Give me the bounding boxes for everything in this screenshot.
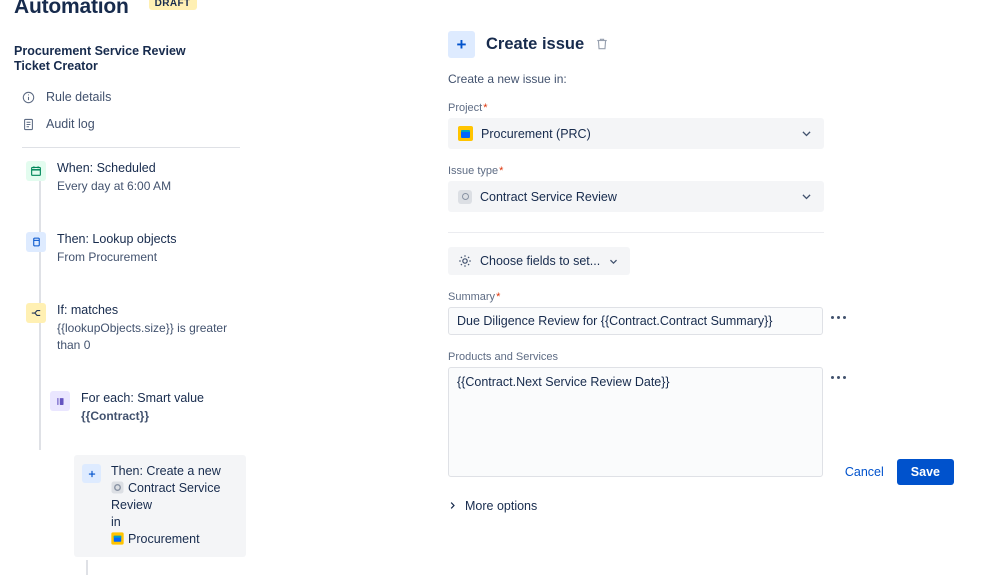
required-marker: * xyxy=(499,165,504,177)
more-options-toggle[interactable]: More options xyxy=(448,499,989,513)
document-icon xyxy=(22,118,35,131)
flow-step-title: For each: Smart value xyxy=(81,391,204,405)
page-title: Automation xyxy=(14,0,129,18)
flow-step-when-scheduled[interactable]: When: Scheduled Every day at 6:00 AM xyxy=(26,160,248,195)
flow-step-text: Then: Lookup objects From Procurement xyxy=(57,231,177,266)
project-avatar-icon xyxy=(458,126,473,141)
issue-type-icon xyxy=(458,189,472,204)
project-field-label: Project* xyxy=(448,102,989,114)
flow-step-subtitle: Every day at 6:00 AM xyxy=(57,179,172,193)
flow-step-for-each[interactable]: For each: Smart value {{Contract}} xyxy=(50,390,248,425)
products-textarea[interactable]: {{Contract.Next Service Review Date}} xyxy=(448,367,823,477)
more-options-icon[interactable] xyxy=(831,316,846,319)
nested-action-project-row: Procurement xyxy=(111,531,236,548)
nested-action-issue-type-row: Contract Service Review xyxy=(111,480,236,514)
project-label-text: Project xyxy=(448,102,483,114)
sidebar-item-label: Audit log xyxy=(46,117,95,131)
chevron-down-icon xyxy=(608,256,619,267)
summary-input[interactable] xyxy=(448,307,823,335)
plus-icon: + xyxy=(448,31,475,58)
choose-fields-button[interactable]: Choose fields to set... xyxy=(448,247,631,275)
info-circle-icon xyxy=(22,91,35,104)
rule-name: Procurement Service Review Ticket Creato… xyxy=(14,44,186,73)
flow-step-text: When: Scheduled Every day at 6:00 AM xyxy=(57,160,171,195)
flow-step-if-matches[interactable]: If: matches {{lookupObjects.size}} is gr… xyxy=(26,302,248,354)
sidebar-divider xyxy=(22,147,240,148)
issue-type-field-label: Issue type* xyxy=(448,165,989,177)
automation-rule-editor: Automation DRAFT Procurement Service Rev… xyxy=(0,0,989,575)
nested-action-connector: in xyxy=(111,515,121,529)
panel-divider xyxy=(448,232,824,233)
trash-icon[interactable] xyxy=(595,37,609,52)
chevron-down-icon xyxy=(800,190,813,203)
nested-action-line1: Then: Create a new xyxy=(111,464,221,478)
nested-project-label: Procurement xyxy=(128,532,200,546)
issue-type-label-text: Issue type xyxy=(448,165,499,177)
flow-step-text: For each: Smart value {{Contract}} xyxy=(81,390,204,425)
sidebar-item-audit-log[interactable]: Audit log xyxy=(14,113,248,135)
branch-icon xyxy=(26,303,46,323)
chevron-down-icon xyxy=(800,127,813,140)
issue-type-select-value: Contract Service Review xyxy=(480,189,617,204)
choose-fields-label: Choose fields to set... xyxy=(480,254,601,268)
calendar-icon xyxy=(26,161,46,181)
sidebar-item-label: Rule details xyxy=(46,90,112,104)
flow-step-title: Then: Lookup objects xyxy=(57,232,177,246)
project-avatar-icon xyxy=(111,532,124,545)
project-select-value: Procurement (PRC) xyxy=(481,126,591,141)
flow-connector-line-nested xyxy=(86,560,88,575)
sidebar-item-rule-details[interactable]: Rule details xyxy=(14,86,248,108)
save-button[interactable]: Save xyxy=(896,459,954,485)
summary-field-label: Summary* xyxy=(448,291,989,303)
lookup-objects-icon xyxy=(26,232,46,252)
flow-step-text: If: matches {{lookupObjects.size}} is gr… xyxy=(57,302,248,354)
required-marker: * xyxy=(483,102,488,114)
panel-title: Create issue xyxy=(486,35,585,53)
rule-flow: When: Scheduled Every day at 6:00 AM The… xyxy=(14,160,248,575)
plus-icon xyxy=(82,464,101,483)
panel-header: + Create issue xyxy=(448,31,989,58)
smart-value-text: {{Contract}} xyxy=(81,409,150,423)
for-each-icon xyxy=(50,391,70,411)
flow-step-subtitle: {{Contract}} xyxy=(81,408,204,425)
gear-icon xyxy=(458,254,472,268)
panel-subtitle: Create a new issue in: xyxy=(448,72,567,86)
products-label-text: Products and Services xyxy=(448,351,559,363)
flow-step-lookup-objects[interactable]: Then: Lookup objects From Procurement xyxy=(26,231,248,266)
chevron-right-icon xyxy=(448,501,457,511)
project-select[interactable]: Procurement (PRC) xyxy=(448,118,824,149)
required-marker: * xyxy=(496,291,501,303)
sidebar-header: Automation DRAFT xyxy=(14,0,248,20)
flow-step-subtitle: From Procurement xyxy=(57,250,158,264)
more-options-icon[interactable] xyxy=(831,376,846,379)
products-field-label: Products and Services xyxy=(448,351,989,363)
more-options-label: More options xyxy=(465,499,538,513)
panel-actions: Cancel Save xyxy=(843,459,954,485)
nested-issue-type-label: Contract Service Review xyxy=(111,481,221,512)
flow-step-text: Then: Create a new Contract Service Revi… xyxy=(111,463,236,548)
flow-step-title: When: Scheduled xyxy=(57,161,156,175)
summary-field-row xyxy=(448,307,989,335)
status-badge: DRAFT xyxy=(148,0,197,10)
issue-type-icon xyxy=(111,481,124,494)
rule-sidebar: Automation DRAFT Procurement Service Rev… xyxy=(0,0,262,575)
create-issue-panel: + Create issue Create a new issue in: Pr… xyxy=(448,0,989,575)
issue-type-select[interactable]: Contract Service Review xyxy=(448,181,824,212)
cancel-button[interactable]: Cancel xyxy=(843,459,886,485)
flow-step-title: If: matches xyxy=(57,303,119,317)
flow-step-create-issue[interactable]: Then: Create a new Contract Service Revi… xyxy=(74,455,246,557)
flow-step-subtitle: {{lookupObjects.size}} is greater than 0 xyxy=(57,321,228,352)
sidebar-nav: Rule details Audit log xyxy=(14,86,248,135)
summary-label-text: Summary xyxy=(448,291,496,303)
